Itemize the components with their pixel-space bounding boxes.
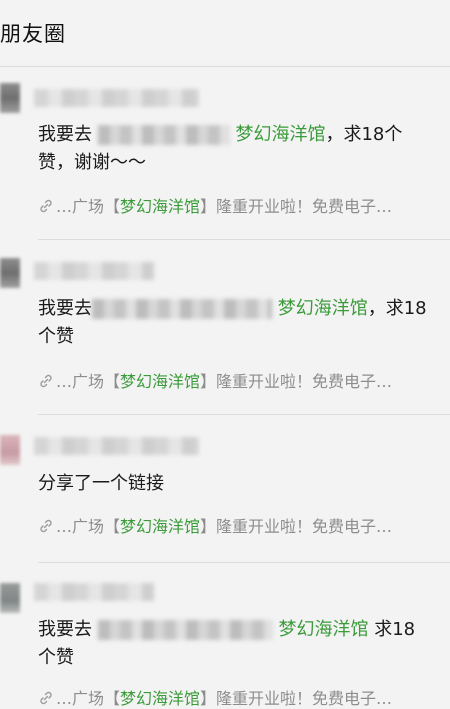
post-text-line-2: 赞，谢谢～～: [38, 152, 146, 173]
link-preview-prefix: …广场【: [56, 689, 121, 708]
post-text: ，求18: [367, 298, 427, 319]
link-preview-place: 梦幻海洋馆: [120, 372, 201, 391]
post-4[interactable]: 我要去 梦幻海洋馆 求18 个赞 …广场【梦幻海洋馆】隆重开业啦！免费电子…: [0, 563, 450, 709]
link-preview-suffix: 】隆重开业啦！免费电子…: [200, 689, 393, 708]
redacted-text: [92, 299, 272, 319]
avatar[interactable]: [0, 83, 20, 113]
link-preview-place: 梦幻海洋馆: [120, 197, 201, 216]
post-text: 我要去: [38, 124, 92, 145]
link-preview-prefix: …广场【: [56, 517, 121, 536]
link-preview-place: 梦幻海洋馆: [120, 689, 201, 708]
place-link[interactable]: 梦幻海洋馆: [278, 298, 368, 319]
link-icon: [40, 199, 52, 213]
username-blurred[interactable]: [34, 583, 154, 601]
post-text-line-1: 我要去 梦幻海洋馆，求18个: [38, 121, 402, 149]
link-preview-suffix: 】隆重开业啦！免费电子…: [200, 517, 393, 536]
post-1[interactable]: 我要去 梦幻海洋馆，求18个 赞，谢谢～～ …广场【梦幻海洋馆】隆重开业啦！免费…: [0, 67, 450, 240]
link-icon: [40, 691, 52, 705]
moments-header: 朋友圈: [0, 0, 450, 67]
username-blurred[interactable]: [34, 89, 199, 107]
post-3[interactable]: 分享了一个链接 …广场【梦幻海洋馆】隆重开业啦！免费电子…: [0, 415, 450, 563]
link-preview[interactable]: …广场【梦幻海洋馆】隆重开业啦！免费电子…: [38, 513, 392, 537]
link-preview[interactable]: …广场【梦幻海洋馆】隆重开业啦！免费电子…: [38, 193, 392, 217]
place-link[interactable]: 梦幻海洋馆: [278, 619, 368, 640]
link-preview-suffix: 】隆重开业啦！免费电子…: [200, 372, 393, 391]
post-text-line-2: 个赞: [38, 647, 74, 668]
link-icon: [40, 374, 52, 388]
link-preview-suffix: 】隆重开业啦！免费电子…: [200, 197, 393, 216]
place-link[interactable]: 梦幻海洋馆: [235, 124, 325, 145]
link-preview[interactable]: …广场【梦幻海洋馆】隆重开业啦！免费电子…: [38, 368, 392, 392]
link-preview-prefix: …广场【: [56, 372, 121, 391]
avatar[interactable]: [0, 583, 20, 613]
post-2[interactable]: 我要去 梦幻海洋馆，求18 个赞 …广场【梦幻海洋馆】隆重开业啦！免费电子…: [0, 240, 450, 415]
post-text: 我要去: [38, 619, 92, 640]
link-preview[interactable]: …广场【梦幻海洋馆】隆重开业啦！免费电子…: [38, 685, 392, 709]
redacted-text: [97, 620, 273, 640]
post-text: 我要去: [38, 298, 92, 319]
post-text-line-1: 我要去 梦幻海洋馆 求18: [38, 616, 415, 644]
post-text-line-1: 我要去 梦幻海洋馆，求18: [38, 295, 427, 323]
avatar[interactable]: [0, 258, 20, 288]
post-text: ，求18个: [325, 124, 403, 145]
redacted-text: [97, 125, 230, 145]
post-text-line-2: 个赞: [38, 326, 74, 347]
link-preview-place: 梦幻海洋馆: [120, 517, 201, 536]
avatar[interactable]: [0, 435, 20, 465]
post-text-line-1: 分享了一个链接: [38, 473, 164, 494]
link-icon: [40, 519, 52, 533]
username-blurred[interactable]: [34, 437, 199, 455]
username-blurred[interactable]: [34, 262, 154, 280]
page-title: 朋友圈: [0, 22, 66, 46]
post-text: 求18: [368, 619, 416, 640]
link-preview-prefix: …广场【: [56, 197, 121, 216]
